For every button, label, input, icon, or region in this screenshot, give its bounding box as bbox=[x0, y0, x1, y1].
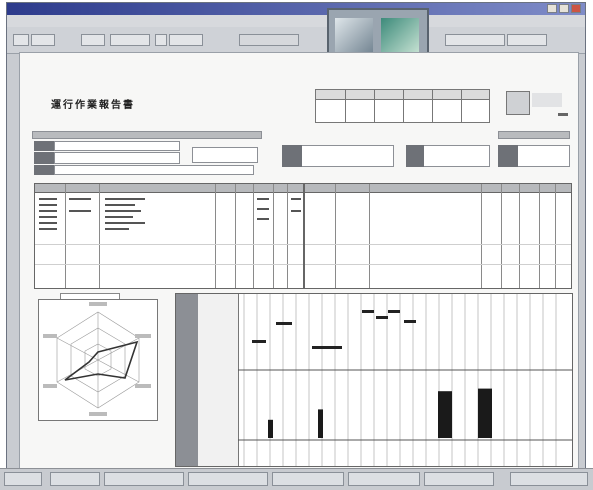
activity-spike bbox=[478, 388, 492, 438]
taskbar-item[interactable] bbox=[188, 472, 268, 486]
timeline-label-column bbox=[176, 294, 198, 466]
field-value bbox=[192, 147, 258, 163]
minimize-button[interactable] bbox=[547, 4, 557, 13]
radar-series bbox=[64, 340, 139, 381]
toolbar bbox=[7, 27, 585, 54]
field-label bbox=[34, 165, 54, 175]
page-number bbox=[558, 113, 568, 116]
activity-spike bbox=[318, 409, 323, 438]
maximize-button[interactable] bbox=[559, 4, 569, 13]
summary-label bbox=[406, 145, 424, 167]
toolbar-button-save[interactable] bbox=[31, 34, 55, 46]
summary-label bbox=[498, 145, 518, 167]
activity-spike bbox=[268, 419, 273, 438]
toolbar-button-prev[interactable] bbox=[155, 34, 167, 46]
report-document: 運行作業報告書 bbox=[19, 52, 579, 470]
taskbar-item[interactable] bbox=[272, 472, 344, 486]
summary-label bbox=[282, 145, 302, 167]
title-bar bbox=[7, 3, 585, 15]
timeline-svg bbox=[238, 294, 572, 466]
start-button[interactable] bbox=[4, 472, 42, 486]
activity-spike bbox=[438, 391, 452, 438]
stamp-label bbox=[532, 93, 562, 107]
toolbar-button-close[interactable] bbox=[507, 34, 547, 46]
toolbar-button-zoom[interactable] bbox=[81, 34, 105, 46]
taskbar-item[interactable] bbox=[424, 472, 494, 486]
radar-svg bbox=[43, 302, 151, 416]
table-header bbox=[35, 184, 303, 193]
approval-box bbox=[315, 89, 490, 123]
operation-timeline-chart bbox=[175, 293, 573, 467]
field-label bbox=[34, 141, 54, 151]
radar-chart bbox=[38, 299, 158, 421]
timeline-sublabel-column bbox=[198, 294, 239, 466]
right-data-table bbox=[304, 183, 572, 289]
toolbar-button-view[interactable] bbox=[445, 34, 505, 46]
field-value bbox=[54, 165, 254, 175]
info-row-right bbox=[498, 131, 570, 139]
field-value bbox=[54, 152, 180, 164]
toolbar-page-field[interactable] bbox=[110, 34, 150, 46]
toolbar-button-nav[interactable] bbox=[239, 34, 299, 46]
left-data-table bbox=[34, 183, 304, 289]
table-header bbox=[305, 184, 571, 193]
taskbar-item[interactable] bbox=[50, 472, 100, 486]
taskbar-item[interactable] bbox=[104, 472, 184, 486]
close-button[interactable] bbox=[571, 4, 581, 13]
toolbar-button-print[interactable] bbox=[13, 34, 29, 46]
system-tray-clock bbox=[510, 472, 588, 486]
stamp-box bbox=[506, 91, 530, 115]
toolbar-button-next[interactable] bbox=[169, 34, 203, 46]
field-label bbox=[34, 152, 54, 164]
field-value bbox=[54, 141, 180, 151]
menu-bar bbox=[7, 15, 585, 27]
report-title: 運行作業報告書 bbox=[51, 100, 135, 111]
taskbar-item[interactable] bbox=[348, 472, 420, 486]
info-row bbox=[32, 131, 262, 139]
taskbar bbox=[0, 468, 593, 490]
